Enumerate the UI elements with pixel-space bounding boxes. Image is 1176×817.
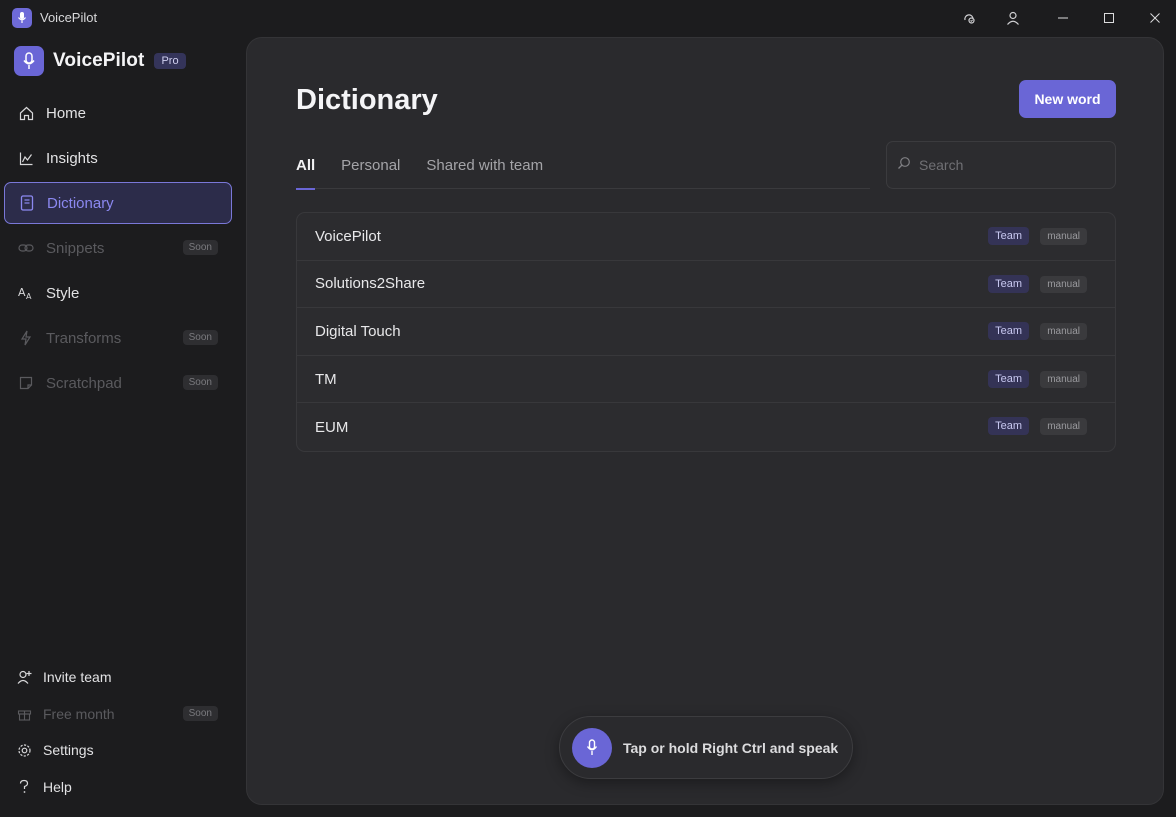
sidebar-item-style[interactable]: AA Style — [4, 272, 232, 314]
note-icon — [18, 375, 34, 391]
word-name: VoicePilot — [315, 227, 381, 245]
sidebar-item-transforms: Transforms Soon — [4, 317, 232, 359]
account-icon[interactable] — [990, 0, 1036, 36]
home-icon — [18, 105, 34, 121]
title-bar: VoicePilot — [0, 0, 1176, 36]
sidebar-item-label: Dictionary — [47, 194, 114, 212]
sidebar-nav: Home Insights Dictionary Snippets Soon A… — [4, 92, 232, 407]
scope-badge: Team — [988, 417, 1029, 436]
page-title: Dictionary — [296, 84, 438, 116]
soon-badge: Soon — [182, 240, 218, 255]
sidebar-item-free-month: Free month Soon — [4, 697, 232, 731]
maximize-button[interactable] — [1086, 0, 1132, 36]
gear-icon — [16, 742, 32, 758]
brand-header: VoicePilot Pro — [14, 45, 186, 77]
soon-badge: Soon — [182, 330, 218, 345]
voice-hint-text: Tap or hold Right Ctrl and speak — [623, 739, 839, 756]
sidebar-item-settings[interactable]: Settings — [4, 733, 232, 767]
sidebar-item-label: Settings — [43, 742, 94, 759]
gift-icon — [16, 706, 32, 722]
word-name: TM — [315, 370, 337, 388]
source-badge: manual — [1040, 370, 1087, 388]
link-icon — [18, 240, 34, 256]
list-item[interactable]: EUM Team manual — [297, 403, 1115, 451]
source-badge: manual — [1040, 418, 1087, 436]
list-item[interactable]: TM Team manual — [297, 356, 1115, 404]
microphone-button[interactable] — [572, 727, 612, 768]
text-style-icon: AA — [18, 285, 34, 301]
main-panel: Dictionary New word All Personal Shared … — [246, 37, 1164, 805]
sidebar-item-label: Scratchpad — [46, 374, 122, 392]
source-badge: manual — [1040, 275, 1087, 293]
sidebar-item-label: Help — [43, 778, 72, 795]
user-add-icon — [16, 669, 32, 685]
list-item[interactable]: Solutions2Share Team manual — [297, 261, 1115, 309]
window-title: VoicePilot — [40, 10, 98, 25]
svg-text:A: A — [18, 286, 26, 299]
search-input[interactable] — [919, 157, 1109, 173]
minimize-button[interactable] — [1040, 0, 1086, 36]
sidebar-item-label: Style — [46, 284, 80, 302]
soon-badge: Soon — [182, 375, 218, 390]
search-icon — [897, 156, 911, 175]
sidebar-item-scratchpad: Scratchpad Soon — [4, 362, 232, 404]
sidebar-item-dictionary[interactable]: Dictionary — [4, 182, 232, 224]
search-box[interactable] — [886, 141, 1116, 189]
sidebar-item-label: Home — [46, 104, 87, 122]
sidebar-item-label: Snippets — [46, 239, 105, 257]
soon-badge: Soon — [182, 705, 218, 721]
microphone-icon — [586, 739, 598, 755]
sidebar-item-label: Transforms — [46, 329, 122, 347]
chart-icon — [18, 150, 34, 166]
sidebar-item-invite-team[interactable]: Invite team — [4, 660, 232, 694]
scope-badge: Team — [988, 227, 1029, 245]
source-badge: manual — [1040, 228, 1087, 245]
book-icon — [19, 195, 35, 211]
lightning-icon — [18, 330, 34, 346]
brand-name: VoicePilot — [53, 50, 145, 71]
sidebar-item-insights[interactable]: Insights — [4, 137, 232, 179]
scope-badge: Team — [988, 274, 1029, 293]
microphone-logo-icon — [14, 46, 44, 76]
app-icon — [12, 8, 32, 28]
scope-badge: Team — [988, 369, 1029, 388]
word-list: VoicePilot Team manual Solutions2Share T… — [296, 212, 1116, 452]
svg-text:A: A — [26, 292, 32, 300]
sidebar-item-label: Insights — [46, 149, 98, 167]
source-badge: manual — [1040, 323, 1087, 341]
word-name: Digital Touch — [315, 322, 401, 340]
plan-badge: Pro — [154, 53, 186, 69]
list-item[interactable]: Digital Touch Team manual — [297, 308, 1115, 356]
sidebar-item-home[interactable]: Home — [4, 92, 232, 134]
new-word-button[interactable]: New word — [1019, 80, 1116, 118]
sidebar-bottom: Invite team Free month Soon Settings Hel… — [4, 660, 232, 806]
list-item[interactable]: VoicePilot Team manual — [297, 213, 1115, 261]
sync-status-icon[interactable] — [946, 0, 992, 36]
tab-all[interactable]: All — [296, 153, 316, 190]
scope-badge: Team — [988, 322, 1029, 341]
sidebar-item-help[interactable]: Help — [4, 770, 232, 804]
word-name: EUM — [315, 418, 349, 436]
sidebar-item-snippets: Snippets Soon — [4, 227, 232, 269]
sidebar-item-label: Free month — [43, 705, 115, 722]
word-name: Solutions2Share — [315, 275, 426, 293]
sidebar-item-label: Invite team — [43, 669, 112, 685]
voice-input-bar[interactable]: Tap or hold Right Ctrl and speak — [559, 716, 853, 779]
tab-personal[interactable]: Personal — [341, 153, 400, 189]
tab-bar: All Personal Shared with team — [296, 153, 870, 190]
tab-shared-with-team[interactable]: Shared with team — [426, 153, 543, 189]
question-icon — [16, 779, 32, 795]
close-button[interactable] — [1132, 0, 1176, 36]
